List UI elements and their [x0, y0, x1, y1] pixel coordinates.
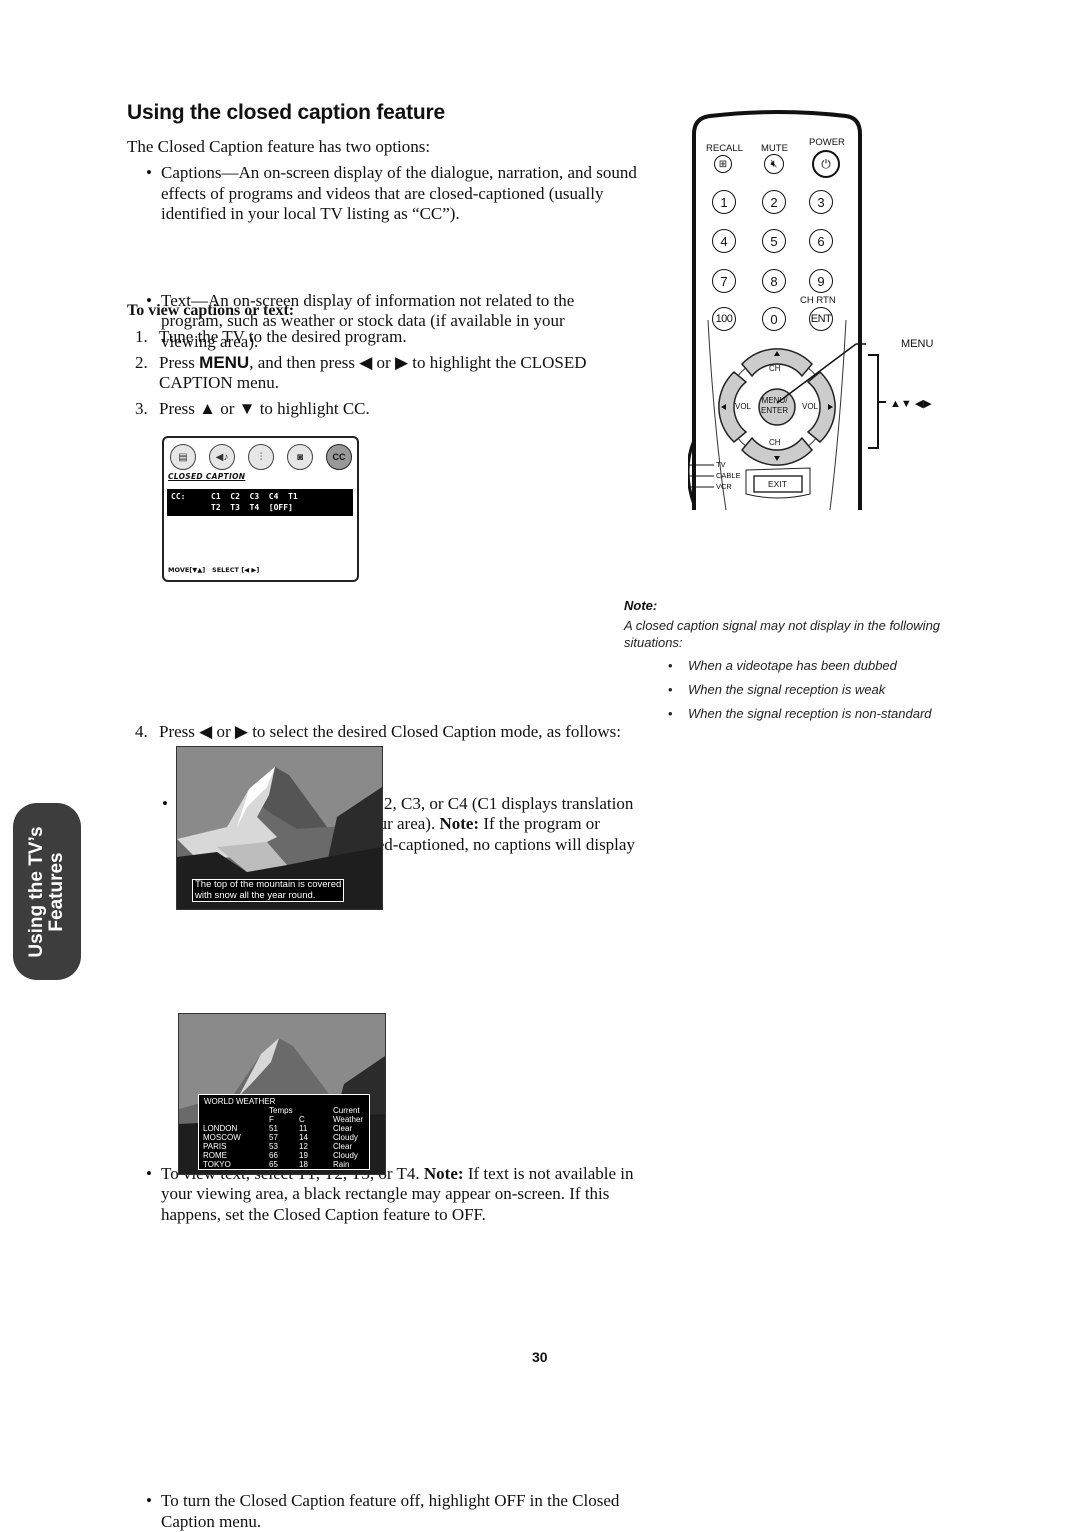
button-ent[interactable]: ENT — [809, 307, 833, 331]
osd-icon-bar: ▤ ◀♪ ⫶ ◙ CC — [170, 444, 352, 470]
step-3: 3. Press ▲ or ▼ to highlight CC. — [135, 398, 370, 418]
button-0[interactable]: 0 — [762, 307, 786, 331]
table-row: ROME 66 19 Cloudy — [203, 1151, 358, 1160]
weather-subheader-row: F C Weather — [269, 1115, 364, 1124]
mode-vcr[interactable]: VCR — [716, 482, 732, 491]
recall-button[interactable]: ⊞ — [714, 155, 732, 173]
text-example-screen: WORLD WEATHER Temps Current F C Weather … — [178, 1013, 386, 1175]
step-2: 2. Press MENU, and then press ◀ or ▶ to h… — [135, 352, 587, 393]
vol-down-button[interactable]: VOL — [735, 402, 751, 411]
list-item: When the signal reception is non-standar… — [624, 705, 944, 722]
mute-icon: 🔇︎ — [770, 157, 778, 170]
mode-tv[interactable]: TV — [716, 460, 726, 469]
off-instructions: To turn the Closed Caption feature off, … — [143, 1491, 631, 1532]
option-captions: Captions—An on-screen display of the dia… — [143, 163, 641, 225]
picture-icon: ▤ — [170, 444, 196, 470]
power-label: POWER — [809, 137, 845, 148]
setup-icon: ⫶ — [248, 444, 274, 470]
page-number: 30 — [532, 1349, 548, 1365]
table-row: MOSCOW 57 14 Cloudy — [203, 1133, 358, 1142]
menu-key: MENU — [199, 352, 250, 372]
menu-callout: MENU — [901, 338, 934, 350]
recall-icon: ⊞ — [718, 158, 728, 170]
caption-example-screen: The top of the mountain is covered with … — [176, 746, 383, 910]
power-button[interactable]: ⏻ — [812, 150, 840, 178]
button-6[interactable]: 6 — [809, 229, 833, 253]
button-4[interactable]: 4 — [712, 229, 736, 253]
step-4: 4. Press ◀ or ▶ to select the desired Clo… — [135, 722, 621, 741]
exit-button[interactable]: EXIT — [768, 479, 787, 489]
list-item: When the signal reception is weak — [624, 681, 944, 698]
osd-options-row1: C1 C2 C3 C4 T1 — [211, 492, 298, 501]
mode-cable[interactable]: CABLE — [716, 471, 741, 480]
power-icon: ⏻ — [821, 156, 831, 171]
table-row: TOKYO 65 18 Rain — [203, 1160, 350, 1169]
ch-rtn-label: CH RTN — [800, 295, 836, 306]
subheading: To view captions or text: — [127, 302, 295, 319]
ch-up-button[interactable]: CH — [769, 364, 781, 373]
osd-cc-options: CC: C1 C2 C3 C4 T1 T2 T3 T4 [OFF] — [167, 489, 353, 516]
weather-title: WORLD WEATHER — [204, 1097, 276, 1106]
table-row: LONDON 51 11 Clear — [203, 1124, 353, 1133]
osd-row-label: CC: — [171, 492, 186, 501]
button-1[interactable]: 1 — [712, 190, 736, 214]
button-8[interactable]: 8 — [762, 269, 786, 293]
note-list: When a videotape has been dubbed When th… — [624, 657, 944, 722]
caption-overlay: The top of the mountain is covered with … — [192, 879, 345, 902]
note-text: A closed caption signal may not display … — [624, 618, 941, 650]
button-2[interactable]: 2 — [762, 190, 786, 214]
video-camera-icon: ◙ — [287, 444, 313, 470]
audio-icon: ◀♪ — [209, 444, 235, 470]
vol-up-button[interactable]: VOL — [802, 402, 818, 411]
closed-caption-icon: CC — [326, 444, 352, 470]
arrows-callout: ▲▼ ◀▶ — [890, 398, 932, 410]
button-100[interactable]: 100 — [712, 307, 736, 331]
button-7[interactable]: 7 — [712, 269, 736, 293]
recall-label: RECALL — [706, 143, 743, 154]
osd-footer: MOVE[▼▲] SELECT [◀ ▶] — [168, 566, 260, 574]
mute-label: MUTE — [761, 143, 788, 154]
weather-header-row: Temps Current — [269, 1106, 360, 1115]
step-1: 1. Tune the TV to the desired program. — [135, 327, 407, 346]
list-item: When a videotape has been dubbed — [624, 657, 944, 674]
arrow-keys-bracket — [868, 354, 886, 449]
button-9[interactable]: 9 — [809, 269, 833, 293]
note-box: Note: A closed caption signal may not di… — [624, 597, 944, 729]
mute-button[interactable]: 🔇︎ — [764, 154, 784, 174]
button-5[interactable]: 5 — [762, 229, 786, 253]
ch-down-button[interactable]: CH — [769, 438, 781, 447]
side-tab-label: Using the TV’s Features — [26, 825, 67, 958]
osd-options-row2: T2 T3 T4 [OFF] — [211, 503, 293, 512]
weather-text-box: WORLD WEATHER Temps Current F C Weather … — [198, 1094, 370, 1170]
intro-text: The Closed Caption feature has two optio… — [127, 137, 431, 156]
page-title: Using the closed caption feature — [127, 101, 445, 124]
menu-enter-button[interactable]: MENU/ ENTER — [761, 396, 788, 416]
osd-closed-caption-menu: ▤ ◀♪ ⫶ ◙ CC CLOSED CAPTION CC: C1 C2 C3 … — [162, 436, 359, 582]
osd-menu-label: CLOSED CAPTION — [168, 472, 246, 481]
section-side-tab: Using the TV’s Features — [13, 803, 81, 980]
note-title: Note: — [624, 598, 658, 613]
steps-list: 1. Tune the TV to the desired program. 2.… — [127, 327, 627, 424]
weather-table: Temps Current F C Weather LONDON 51 11 Clea… — [203, 1106, 363, 1169]
remote-control: RECALL MUTE POWER ⊞ 🔇︎ ⏻ 1 2 3 4 5 6 7 8… — [688, 110, 866, 510]
table-row: PARIS 53 12 Clear — [203, 1142, 353, 1151]
button-3[interactable]: 3 — [809, 190, 833, 214]
